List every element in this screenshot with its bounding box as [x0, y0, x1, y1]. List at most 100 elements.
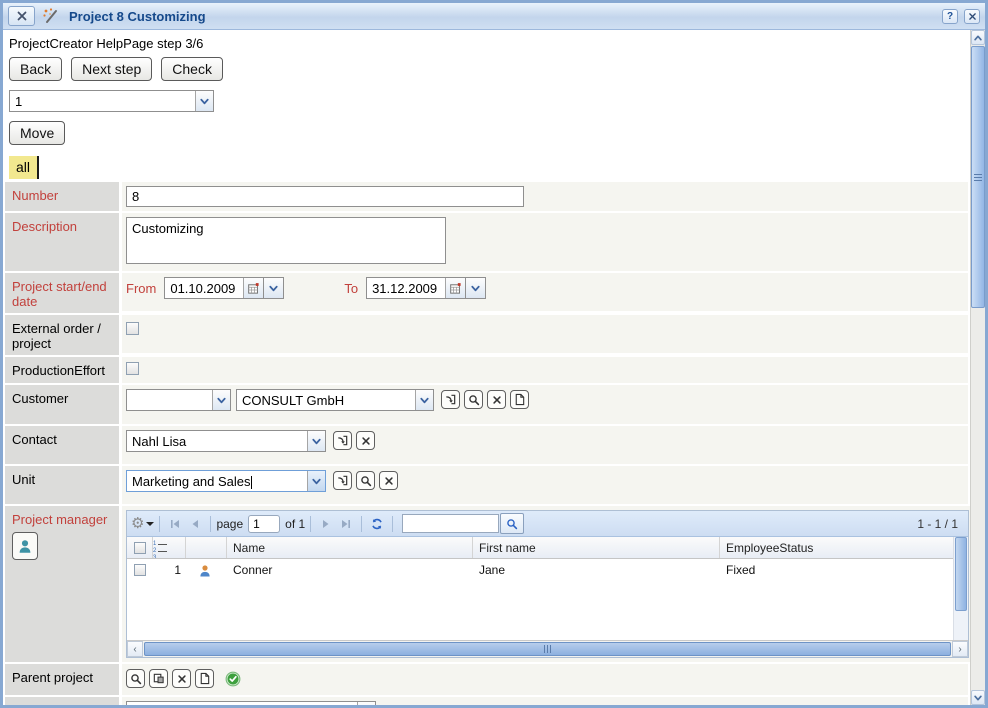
- close-window-button[interactable]: [8, 6, 35, 26]
- search-parent-button[interactable]: [126, 669, 145, 688]
- grid-horizontal-scrollbar[interactable]: ‹ ›: [127, 640, 968, 657]
- goto-unit-button[interactable]: [333, 471, 352, 490]
- grid-vertical-scrollbar-thumb[interactable]: [955, 537, 967, 611]
- cell-first-name: Jane: [473, 559, 720, 581]
- check-button[interactable]: Check: [161, 57, 223, 81]
- date-to-input[interactable]: [367, 278, 445, 298]
- dropdown-trigger[interactable]: [307, 431, 325, 451]
- calendar-button[interactable]: [243, 278, 263, 298]
- first-page-button[interactable]: [165, 514, 185, 534]
- select-all-checkbox[interactable]: [134, 542, 146, 554]
- date-from-field: [164, 277, 264, 299]
- move-target-select[interactable]: 1: [9, 90, 214, 112]
- grid-vertical-scrollbar[interactable]: [953, 537, 968, 640]
- first-page-icon: [169, 518, 181, 530]
- select-all-cell: [127, 537, 153, 558]
- wizard-step-text: ProjectCreator HelpPage step 3/6: [9, 36, 968, 51]
- dropdown-trigger[interactable]: [307, 471, 325, 491]
- calendar-icon: [449, 282, 462, 295]
- new-parent-button[interactable]: [195, 669, 214, 688]
- date-from-dropdown-trigger[interactable]: [264, 277, 284, 299]
- wand-icon: [41, 7, 61, 25]
- paste-parent-button[interactable]: [149, 669, 168, 688]
- chevron-down-icon: [268, 283, 279, 294]
- date-to-dropdown-trigger[interactable]: [466, 277, 486, 299]
- grid-search-button[interactable]: [500, 513, 524, 534]
- icon-column-header[interactable]: [186, 537, 227, 558]
- row-number: Number: [5, 182, 968, 211]
- customer-label: Customer: [5, 385, 119, 424]
- close-button[interactable]: [964, 9, 980, 24]
- dropdown-trigger[interactable]: [195, 91, 213, 111]
- page-number-input[interactable]: [248, 515, 280, 533]
- confirm-button[interactable]: [223, 669, 242, 688]
- clear-contact-button[interactable]: [356, 431, 375, 450]
- customer-type-value: [127, 390, 212, 410]
- clear-parent-button[interactable]: [172, 669, 191, 688]
- tab-all[interactable]: all: [9, 156, 39, 179]
- row-unit: Unit Marketing and Sales: [5, 466, 968, 504]
- select-person-button[interactable]: [12, 532, 38, 560]
- external-order-checkbox[interactable]: [126, 322, 139, 335]
- window-vertical-scrollbar[interactable]: [970, 30, 985, 705]
- row-dates: Project start/end date From To: [5, 273, 968, 313]
- help-button[interactable]: ?: [942, 9, 958, 24]
- new-document-icon: [198, 672, 211, 685]
- dropdown-trigger[interactable]: [212, 390, 230, 410]
- description-textarea[interactable]: Customizing: [126, 217, 446, 264]
- clear-unit-button[interactable]: [379, 471, 398, 490]
- project-manager-grid: ⚙ page of 1: [126, 510, 969, 658]
- contact-select[interactable]: Nahl Lisa: [126, 430, 326, 452]
- number-input[interactable]: [126, 186, 524, 207]
- chevron-down-icon: [311, 436, 322, 447]
- customer-select[interactable]: CONSULT GmbH: [236, 389, 434, 411]
- close-icon: [968, 12, 977, 21]
- dropdown-trigger[interactable]: [357, 702, 375, 705]
- calendar-button[interactable]: [445, 278, 465, 298]
- search-customer-button[interactable]: [464, 390, 483, 409]
- goto-contact-button[interactable]: [333, 431, 352, 450]
- grid-horizontal-scrollbar-thumb[interactable]: [144, 642, 951, 656]
- gear-icon[interactable]: ⚙: [131, 516, 144, 531]
- column-header-name[interactable]: Name: [227, 537, 473, 558]
- gear-menu-caret-icon[interactable]: [146, 522, 154, 526]
- date-from-input[interactable]: [165, 278, 243, 298]
- table-row[interactable]: 1 Conner Jane Fixed: [127, 559, 953, 581]
- scroll-right-button[interactable]: ›: [952, 641, 968, 657]
- text-cursor: [251, 476, 252, 489]
- row-checkbox[interactable]: [134, 564, 146, 576]
- refresh-button[interactable]: [367, 514, 387, 534]
- move-button[interactable]: Move: [9, 121, 65, 145]
- contact-value: Nahl Lisa: [127, 431, 307, 451]
- unit-label: Unit: [5, 466, 119, 504]
- scroll-left-button[interactable]: ‹: [127, 641, 143, 657]
- production-effort-checkbox[interactable]: [126, 362, 139, 375]
- window-scrollbar-thumb[interactable]: [971, 46, 985, 308]
- dropdown-trigger[interactable]: [415, 390, 433, 410]
- cell-employee-status: Fixed: [720, 559, 955, 581]
- unit-select[interactable]: Marketing and Sales: [126, 470, 326, 492]
- last-page-button[interactable]: [336, 514, 356, 534]
- next-page-button[interactable]: [316, 514, 336, 534]
- back-button[interactable]: Back: [9, 57, 62, 81]
- new-document-icon: [513, 393, 526, 406]
- customer-type-select[interactable]: [126, 389, 231, 411]
- clear-customer-button[interactable]: [487, 390, 506, 409]
- next-step-button[interactable]: Next step: [71, 57, 152, 81]
- column-header-first-name[interactable]: First name: [473, 537, 720, 558]
- row-number-header[interactable]: 1 2 3: [153, 537, 186, 558]
- priority-select[interactable]: [126, 701, 376, 705]
- prev-page-button[interactable]: [185, 514, 205, 534]
- check-circle-icon: [225, 671, 241, 687]
- row-production-effort: ProductionEffort: [5, 357, 968, 383]
- column-header-employee-status[interactable]: EmployeeStatus: [720, 537, 955, 558]
- contact-label: Contact: [5, 426, 119, 464]
- close-icon: [16, 10, 28, 22]
- search-unit-button[interactable]: [356, 471, 375, 490]
- goto-customer-button[interactable]: [441, 390, 460, 409]
- scroll-down-button[interactable]: [971, 690, 985, 705]
- project-manager-label: Project manager: [5, 506, 119, 662]
- scroll-up-button[interactable]: [971, 30, 985, 45]
- grid-search-input[interactable]: [402, 514, 499, 533]
- new-customer-button[interactable]: [510, 390, 529, 409]
